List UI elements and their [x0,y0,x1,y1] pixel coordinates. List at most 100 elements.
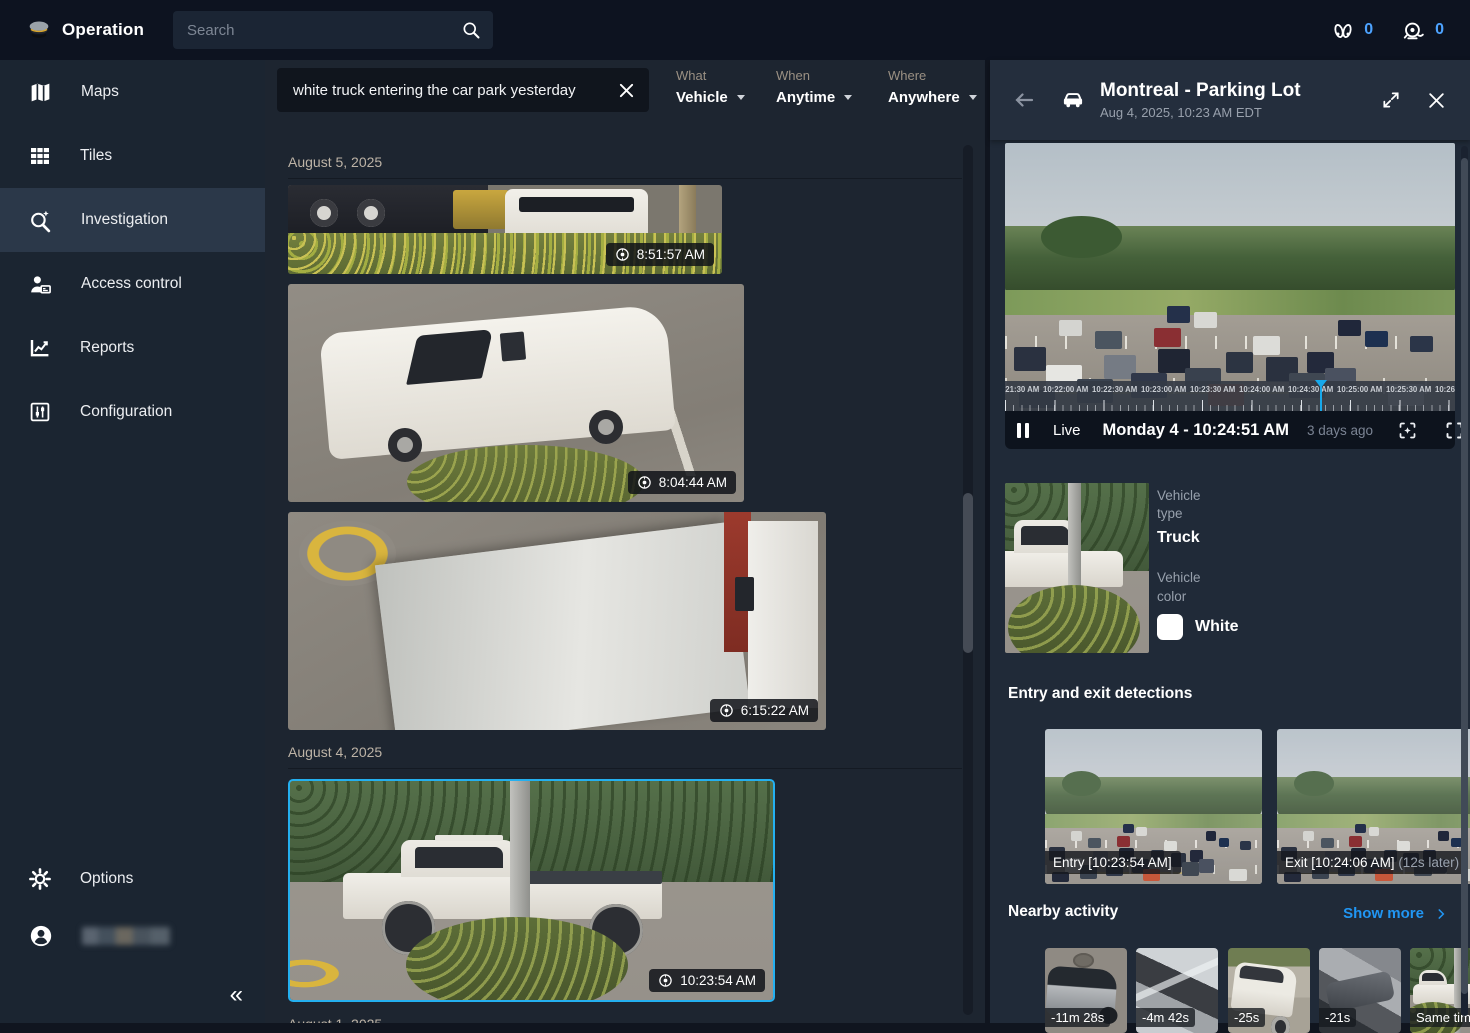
clear-query-icon[interactable] [618,82,635,99]
alarms-counter[interactable]: 0 [1401,18,1444,43]
live-camera-view [1005,143,1455,411]
result-thumbnail-selected[interactable]: 10:23:54 AM [288,779,775,1002]
options-label: Options [80,870,133,888]
nl-query-input[interactable] [291,81,608,100]
tiles-grid-icon [28,144,52,168]
show-more-button[interactable]: Show more [1343,905,1448,922]
sidebar-collapse-button[interactable]: « [230,983,243,1007]
parked-car-blob [1369,827,1380,836]
parked-car-blob [1123,824,1134,833]
sidebar: Maps Tiles Investigation [0,60,265,1023]
configuration-sliders-icon [28,400,52,424]
track-target-icon [1397,420,1418,441]
camera-dome-icon [615,247,630,262]
sidebar-item-reports[interactable]: Reports [0,316,265,380]
results-scrollbar[interactable] [963,145,973,1015]
app-title: Operation [62,20,144,40]
expand-icon [1381,90,1401,110]
timestamp-badge: 8:04:44 AM [628,471,736,494]
chevron-right-icon [1434,907,1448,921]
binoculars-icon [1331,18,1355,42]
video-timeline[interactable]: 10:21:30 AM 10:22:00 AM 10:22:30 AM 10:2… [1005,381,1455,411]
officer-cap-icon [26,17,52,43]
monitoring-counter[interactable]: 0 [1331,18,1373,42]
global-search-box[interactable] [173,11,493,49]
parked-car-blob [1088,838,1101,849]
parked-car-blob [1194,312,1217,328]
result-thumbnail[interactable]: 8:51:57 AM [288,185,722,274]
sidebar-item-label: Configuration [80,403,172,421]
filter-where[interactable]: Where Anywhere [888,68,977,106]
user-avatar-icon [28,923,54,949]
sidebar-item-investigation[interactable]: Investigation [0,188,265,252]
nearby-activity-thumbnail[interactable]: -21s [1319,948,1401,1033]
trailer-roof-still [288,512,826,730]
expand-panel-button[interactable] [1381,90,1401,110]
sidebar-item-maps[interactable]: Maps [0,60,265,124]
sidebar-item-configuration[interactable]: Configuration [0,380,265,444]
back-button[interactable] [1012,88,1036,112]
results-list[interactable]: August 5, 2025 8:51:57 AM [265,140,985,1023]
parked-car-blob [1182,862,1199,876]
nearby-activity-thumbnail[interactable]: -25s [1228,948,1310,1033]
parked-car-blob [1303,831,1314,840]
sidebar-item-label: Reports [80,339,134,357]
monitoring-count: 0 [1364,21,1373,39]
playback-age: 3 days ago [1307,423,1373,438]
playback-controls: Live Monday 4 - 10:24:51 AM 3 days ago [1005,411,1455,449]
user-account[interactable] [0,907,265,965]
vehicle-type-value: Truck [1157,529,1239,547]
vehicle-crop-still [1005,483,1149,653]
timeline-labels: 10:21:30 AM 10:22:00 AM 10:22:30 AM 10:2… [1005,381,1455,396]
vehicle-color-value: White [1195,618,1239,636]
timeline-tick-label: 10:25:00 AM [1337,384,1382,394]
entry-detection-label: Entry [10:23:54 AM] [1045,851,1181,874]
filter-where-value: Anywhere [888,89,960,106]
pause-button[interactable] [1017,423,1029,438]
sidebar-item-tiles[interactable]: Tiles [0,124,265,188]
sidebar-item-access-control[interactable]: Access control [0,252,265,316]
timestamp-badge: 10:23:54 AM [649,969,765,992]
nl-query-box[interactable] [277,68,649,112]
panel-scrollbar[interactable] [1461,146,1468,1016]
panel-scrollbar-thumb[interactable] [1461,158,1468,994]
timeline-playhead[interactable] [1320,381,1322,411]
options-button[interactable]: Options [0,851,265,907]
timeline-tick-label: 10:21:30 AM [1005,384,1039,394]
entry-detection-thumbnail[interactable]: Entry [10:23:54 AM] [1045,729,1262,884]
close-panel-button[interactable] [1427,91,1446,110]
parked-car-blob [1229,869,1246,881]
parked-car-blob [1355,824,1366,833]
result-thumbnail[interactable]: 6:15:22 AM [288,512,826,730]
parked-car-blob [1253,336,1280,355]
nearby-activity-thumbnail[interactable]: -4m 42s [1136,948,1218,1033]
smart-track-button[interactable] [1397,420,1418,441]
parked-car-blob [1321,838,1334,849]
filter-when[interactable]: When Anytime [776,68,852,106]
sidebar-item-label: Maps [81,83,119,101]
nearby-activity-thumbnail[interactable]: -11m 28s [1045,948,1127,1033]
date-group-header: August 5, 2025 [288,154,962,179]
camera-dome-icon [658,973,673,988]
topbar-counters: 0 0 [1331,0,1444,60]
live-label[interactable]: Live [1053,422,1081,439]
back-arrow-icon [1012,88,1036,112]
white-pickup-still [290,781,773,1000]
filter-what[interactable]: What Vehicle [676,68,745,106]
user-name-redacted [82,927,170,945]
global-search-input[interactable] [185,21,461,40]
filter-where-label: Where [888,68,977,83]
vehicle-crop-thumbnail[interactable] [1005,483,1149,653]
exit-detection-thumbnail[interactable]: Exit [10:24:06 AM] (12s later) [1277,729,1470,884]
parked-car-blob [1438,831,1449,840]
video-player[interactable]: 10:21:30 AM 10:22:00 AM 10:22:30 AM 10:2… [1005,143,1455,411]
result-thumbnail[interactable]: 8:04:44 AM [288,284,744,502]
parked-car-blob [1397,841,1410,852]
nearby-heading: Nearby activity [1008,903,1118,921]
parked-car-blob [1226,352,1253,373]
results-scrollbar-thumb[interactable] [963,493,973,653]
nearby-offset-label: -11m 28s [1045,1008,1110,1027]
filter-when-value: Anytime [776,89,835,106]
sidebar-item-label: Investigation [81,211,168,229]
search-icon[interactable] [461,20,481,40]
